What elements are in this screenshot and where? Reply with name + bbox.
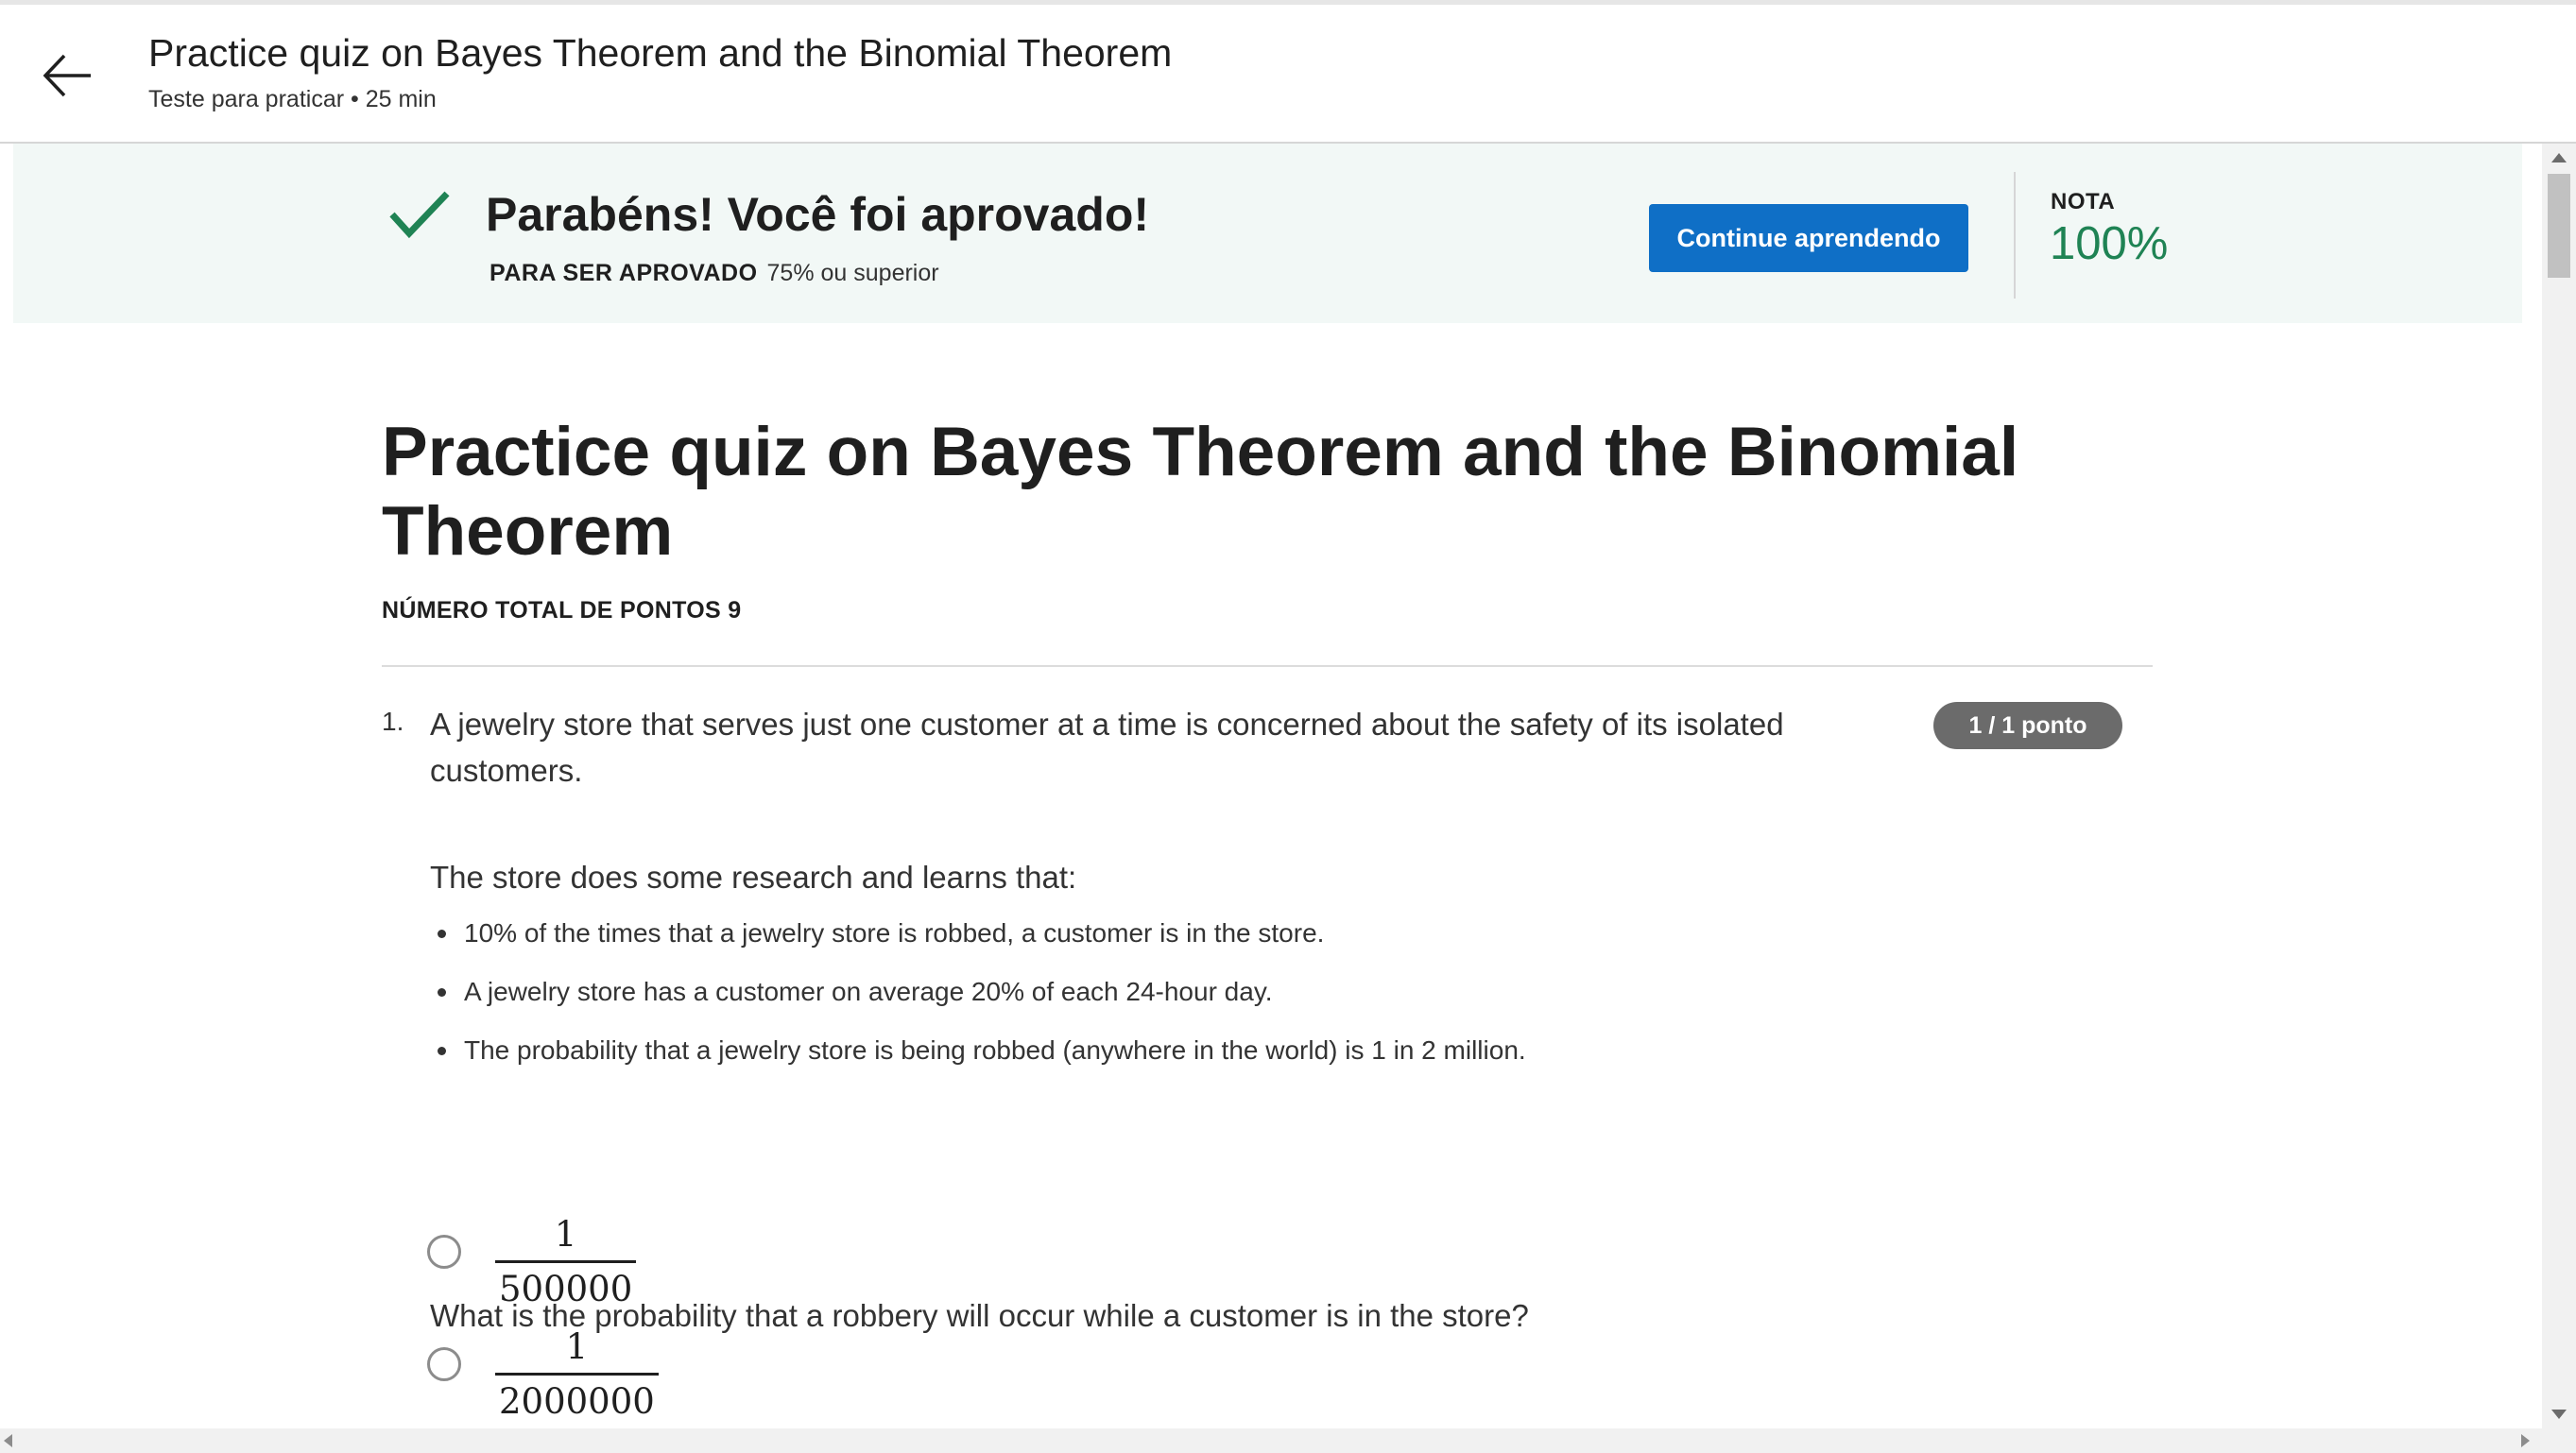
back-button[interactable] bbox=[38, 43, 104, 109]
fraction-numerator: 1 bbox=[554, 1214, 577, 1255]
list-item: A jewelry store has a customer on averag… bbox=[430, 972, 1526, 1031]
pass-requirement: PARA SER APROVADO 75% ou superior bbox=[489, 260, 939, 287]
header-subtitle: Teste para praticar • 25 min bbox=[148, 86, 437, 112]
bullet-icon bbox=[438, 988, 446, 997]
horizontal-scrollbar[interactable] bbox=[0, 1428, 2576, 1453]
scroll-left-icon[interactable] bbox=[4, 1434, 12, 1447]
section-divider bbox=[382, 665, 2153, 667]
question-number: 1. bbox=[382, 707, 404, 736]
bullet-icon bbox=[438, 1047, 446, 1055]
radio-button[interactable] bbox=[427, 1347, 461, 1381]
fraction: 1 500000 bbox=[495, 1214, 637, 1309]
page-header: Practice quiz on Bayes Theorem and the B… bbox=[0, 5, 2576, 144]
pass-requirement-value: 75% ou superior bbox=[766, 260, 939, 286]
fraction-denominator: 500000 bbox=[499, 1269, 633, 1309]
list-item-text: A jewelry store has a customer on averag… bbox=[464, 977, 1273, 1006]
pass-message: Parabéns! Você foi aprovado! bbox=[486, 188, 1150, 241]
total-points: NÚMERO TOTAL DE PONTOS 9 bbox=[382, 597, 742, 624]
question-intro: The store does some research and learns … bbox=[430, 860, 1077, 895]
banner-divider bbox=[2014, 172, 2016, 299]
fraction-numerator: 1 bbox=[565, 1326, 589, 1367]
scroll-down-icon[interactable] bbox=[2551, 1410, 2567, 1419]
fraction-denominator: 2000000 bbox=[499, 1381, 655, 1422]
fact-list: 10% of the times that a jewelry store is… bbox=[430, 914, 1526, 1089]
checkmark-icon bbox=[389, 191, 450, 239]
question-text: A jewelry store that serves just one cus… bbox=[430, 707, 1784, 788]
list-item: The probability that a jewelry store is … bbox=[430, 1031, 1526, 1089]
scrollbar-thumb[interactable] bbox=[2548, 174, 2570, 278]
bullet-icon bbox=[438, 930, 446, 938]
radio-button[interactable] bbox=[427, 1235, 461, 1269]
arrow-left-icon bbox=[43, 54, 91, 97]
grade-label: NOTA bbox=[2051, 189, 2116, 214]
vertical-scrollbar[interactable] bbox=[2542, 144, 2576, 1428]
quiz-title: Practice quiz on Bayes Theorem and the B… bbox=[382, 414, 2019, 570]
fraction: 1 2000000 bbox=[495, 1326, 659, 1422]
header-title: Practice quiz on Bayes Theorem and the B… bbox=[148, 31, 1173, 75]
scroll-right-icon[interactable] bbox=[2521, 1434, 2530, 1447]
grade-value: 100% bbox=[2050, 218, 2169, 269]
list-item-text: The probability that a jewelry store is … bbox=[464, 1035, 1526, 1065]
main-content: Parabéns! Você foi aprovado! PARA SER AP… bbox=[0, 144, 2542, 1428]
continue-learning-button[interactable]: Continue aprendendo bbox=[1649, 204, 1968, 272]
list-item-text: 10% of the times that a jewelry store is… bbox=[464, 918, 1325, 948]
score-badge: 1 / 1 ponto bbox=[1933, 702, 2122, 749]
pass-requirement-label: PARA SER APROVADO bbox=[489, 260, 758, 286]
scroll-up-icon[interactable] bbox=[2551, 153, 2567, 162]
pass-banner: Parabéns! Você foi aprovado! PARA SER AP… bbox=[13, 144, 2522, 323]
list-item: 10% of the times that a jewelry store is… bbox=[430, 914, 1526, 972]
